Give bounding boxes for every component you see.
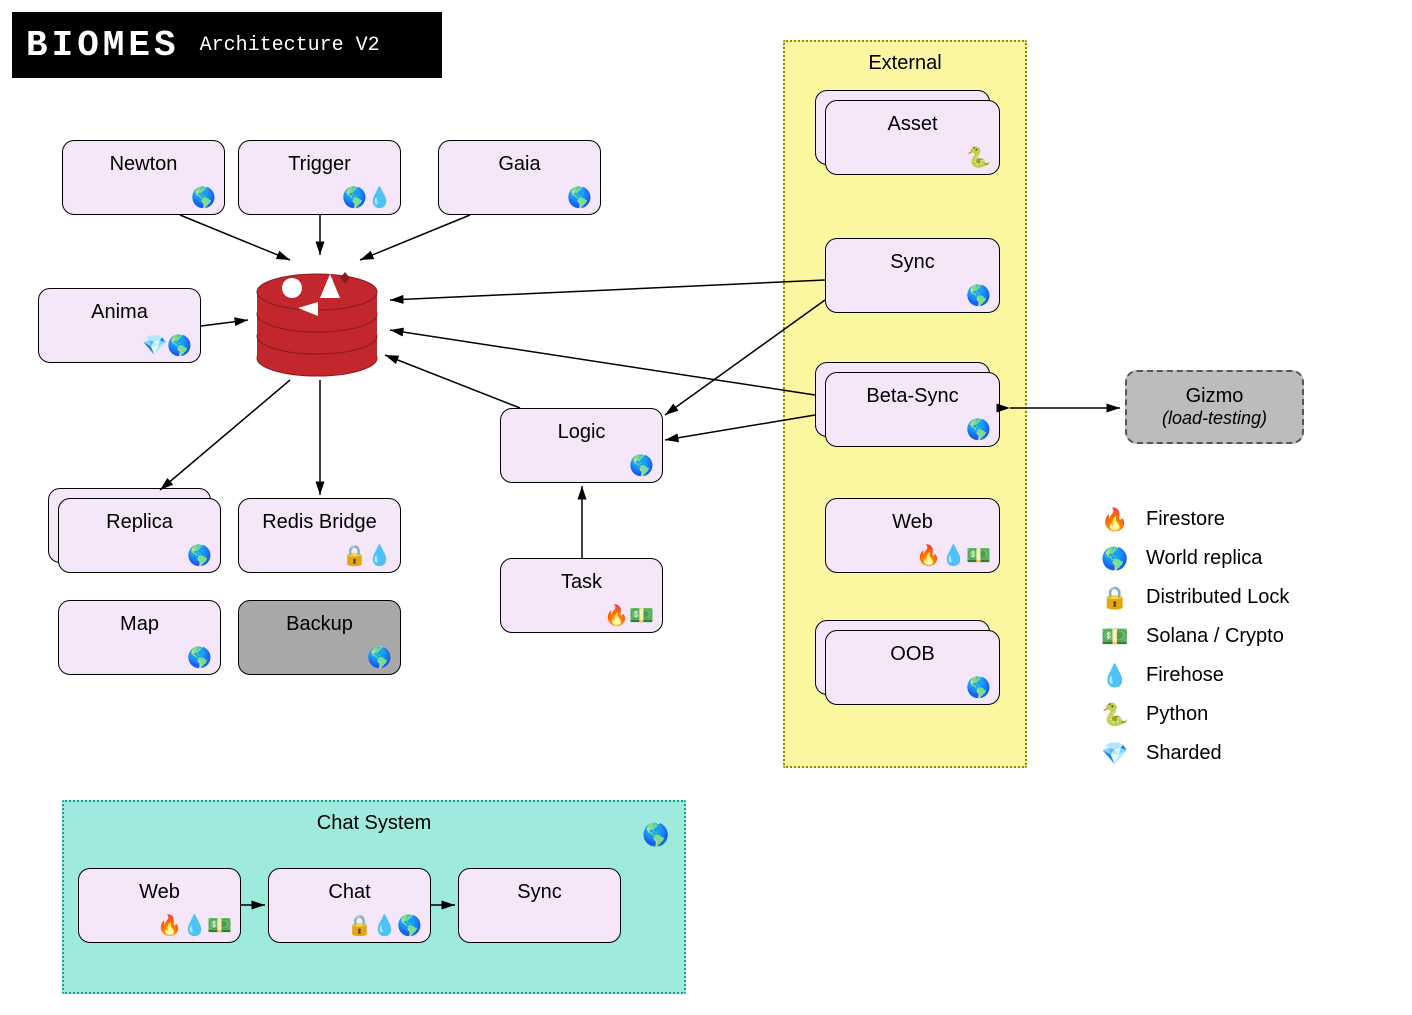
node-web-chat: Web 🔥💧💵: [78, 868, 241, 943]
node-icons: 🌎: [966, 675, 991, 700]
node-icons: 🌎: [187, 543, 212, 568]
legend-row: 🔥 Firestore: [1100, 500, 1360, 539]
node-asset: Asset 🐍: [825, 100, 1000, 175]
node-label: Redis Bridge: [239, 511, 400, 534]
node-icons: 🔥💧💵: [916, 543, 991, 568]
legend-label: Sharded: [1146, 742, 1222, 765]
legend-label: Solana / Crypto: [1146, 625, 1284, 648]
node-label: Trigger: [239, 153, 400, 176]
node-betasync: Beta-Sync 🌎: [825, 372, 1000, 447]
node-label: Replica: [59, 511, 220, 534]
node-icons: 🌎: [567, 185, 592, 210]
firestore-icon: 🔥: [1100, 507, 1130, 533]
solana-icon: 💵: [1100, 624, 1130, 650]
legend-row: 💎 Sharded: [1100, 734, 1360, 773]
header-bar: BIOMES Architecture V2: [12, 12, 442, 78]
legend-row: 💵 Solana / Crypto: [1100, 617, 1360, 656]
node-label: Task: [501, 571, 662, 594]
legend-label: Firehose: [1146, 664, 1224, 687]
node-newton: Newton 🌎: [62, 140, 225, 215]
node-replica: Replica 🌎: [58, 498, 221, 573]
node-icons: 🔒💧🌎: [347, 913, 422, 938]
node-icons: 🌎: [966, 417, 991, 442]
node-icons: 💎🌎: [142, 333, 192, 358]
node-icons: 🌎: [629, 453, 654, 478]
node-label: Web: [826, 511, 999, 534]
node-label: Map: [59, 613, 220, 636]
world-icon: 🌎: [642, 822, 669, 848]
node-redis-bridge: Redis Bridge 🔒💧: [238, 498, 401, 573]
python-icon: 🐍: [1100, 702, 1130, 728]
node-icons: 🌎: [367, 645, 392, 670]
node-web-external: Web 🔥💧💵: [825, 498, 1000, 573]
legend-row: 🔒 Distributed Lock: [1100, 578, 1360, 617]
node-label: Anima: [39, 301, 200, 324]
node-sync-chat: Sync: [458, 868, 621, 943]
redis-icon: [250, 258, 385, 378]
world-icon: 🌎: [1100, 546, 1130, 572]
node-label: Asset: [826, 113, 999, 136]
node-trigger: Trigger 🌎💧: [238, 140, 401, 215]
node-icons: 🔒💧: [342, 543, 392, 568]
sharded-icon: 💎: [1100, 741, 1130, 767]
node-logic: Logic 🌎: [500, 408, 663, 483]
node-icons: 🔥💵: [604, 603, 654, 628]
legend-label: Python: [1146, 703, 1208, 726]
firehose-icon: 💧: [1100, 663, 1130, 689]
group-chat-label: Chat System: [64, 812, 684, 835]
node-sync: Sync 🌎: [825, 238, 1000, 313]
legend-label: Distributed Lock: [1146, 586, 1289, 609]
node-label: OOB: [826, 643, 999, 666]
node-label: Chat: [269, 881, 430, 904]
node-oob: OOB 🌎: [825, 630, 1000, 705]
logo-text: BIOMES: [26, 25, 180, 66]
header-subtitle: Architecture V2: [200, 34, 380, 57]
node-chat: Chat 🔒💧🌎: [268, 868, 431, 943]
group-external-label: External: [785, 52, 1025, 75]
node-gizmo: Gizmo (load-testing): [1125, 370, 1304, 444]
legend-row: 💧 Firehose: [1100, 656, 1360, 695]
node-label: Sync: [459, 881, 620, 904]
diagram-stage: BIOMES Architecture V2 External Chat Sys…: [0, 0, 1412, 1015]
node-label: Web: [79, 881, 240, 904]
legend-label: Firestore: [1146, 508, 1225, 531]
node-icons: 🌎: [187, 645, 212, 670]
gizmo-subtitle: (load-testing): [1162, 408, 1267, 429]
node-task: Task 🔥💵: [500, 558, 663, 633]
lock-icon: 🔒: [1100, 585, 1130, 611]
legend-row: 🐍 Python: [1100, 695, 1360, 734]
legend-row: 🌎 World replica: [1100, 539, 1360, 578]
node-label: Backup: [239, 613, 400, 636]
node-map: Map 🌎: [58, 600, 221, 675]
node-label: Gaia: [439, 153, 600, 176]
gizmo-title: Gizmo: [1186, 385, 1244, 408]
node-label: Sync: [826, 251, 999, 274]
node-anima: Anima 💎🌎: [38, 288, 201, 363]
node-icons: 🌎💧: [342, 185, 392, 210]
node-icons: 🐍: [966, 145, 991, 170]
node-label: Beta-Sync: [826, 385, 999, 408]
legend: 🔥 Firestore 🌎 World replica 🔒 Distributed L…: [1100, 500, 1360, 773]
node-gaia: Gaia 🌎: [438, 140, 601, 215]
node-backup: Backup 🌎: [238, 600, 401, 675]
node-label: Newton: [63, 153, 224, 176]
node-icons: 🌎: [966, 283, 991, 308]
node-label: Logic: [501, 421, 662, 444]
legend-label: World replica: [1146, 547, 1262, 570]
node-icons: 🌎: [191, 185, 216, 210]
node-icons: 🔥💧💵: [157, 913, 232, 938]
